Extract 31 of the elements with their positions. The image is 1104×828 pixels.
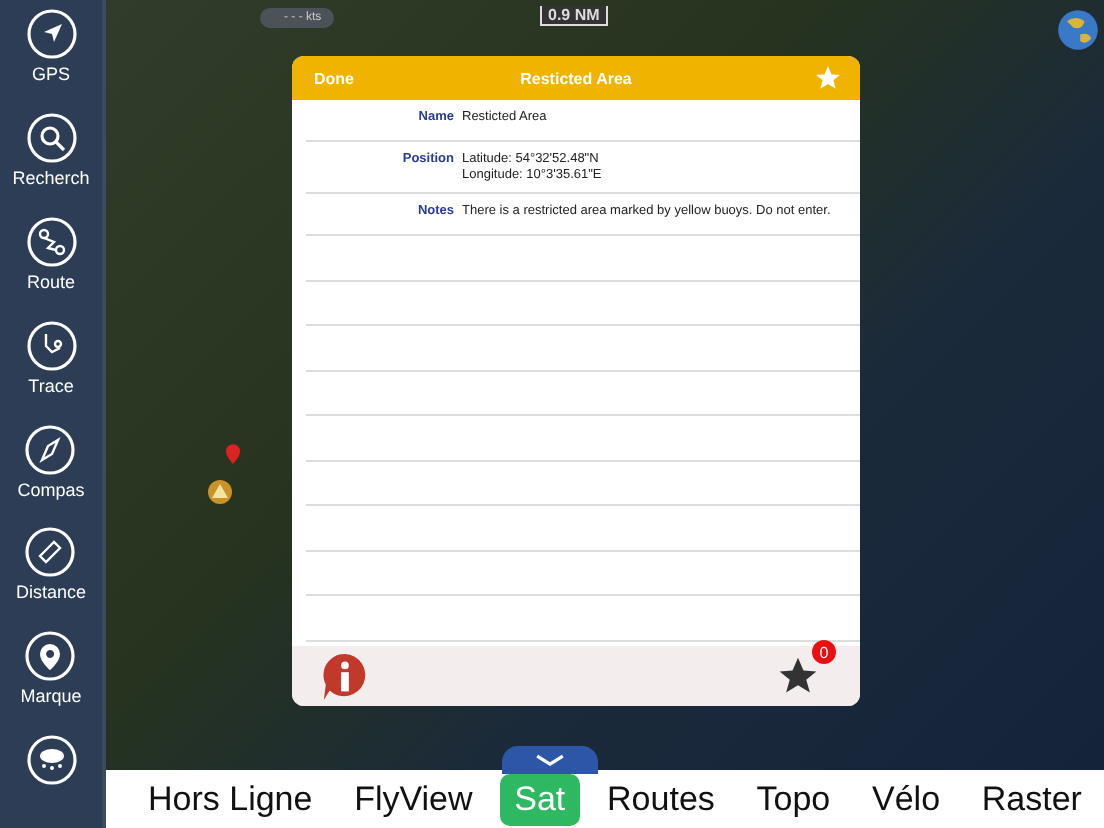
track-icon bbox=[25, 319, 77, 372]
layer-tab[interactable]: Topo bbox=[742, 773, 845, 825]
sidebar-button[interactable]: Trace bbox=[25, 319, 77, 413]
layer-tab[interactable]: FlyView bbox=[340, 773, 487, 825]
sidebar-button[interactable]: Distance bbox=[15, 526, 86, 621]
collapse-tab[interactable] bbox=[502, 746, 598, 774]
location-pin-icon bbox=[226, 444, 240, 464]
sidebar-button[interactable]: Compas bbox=[17, 423, 85, 517]
dialog-title: Resticted Area bbox=[518, 69, 634, 87]
star-icon[interactable] bbox=[776, 654, 820, 698]
globe-icon[interactable] bbox=[1056, 8, 1100, 52]
warning-icon bbox=[208, 480, 232, 504]
layer-tab[interactable]: Raster bbox=[967, 773, 1096, 825]
scale-bar: 0.9 NM bbox=[540, 6, 608, 26]
search-icon bbox=[25, 111, 77, 164]
sidebar-button[interactable]: Route bbox=[25, 215, 77, 310]
star-icon[interactable] bbox=[816, 66, 840, 90]
cloud-rain-icon bbox=[25, 734, 77, 787]
sidebar-button[interactable]: Marque bbox=[20, 630, 82, 725]
layer-tab[interactable]: Routes bbox=[593, 773, 729, 825]
compass-icon bbox=[24, 423, 77, 475]
layer-tab[interactable]: Hors Ligne bbox=[134, 773, 327, 825]
ruler-icon bbox=[24, 526, 77, 579]
count-badge: 0 bbox=[812, 640, 836, 664]
layer-tab[interactable]: Vélo bbox=[858, 773, 955, 825]
chevron-down-icon bbox=[534, 753, 566, 767]
sidebar-button[interactable]: Recherch bbox=[12, 111, 90, 206]
info-icon[interactable] bbox=[320, 651, 370, 701]
sidebar-button[interactable]: GPS bbox=[25, 8, 77, 102]
map-pin-icon bbox=[24, 630, 77, 683]
route-icon bbox=[25, 215, 77, 268]
